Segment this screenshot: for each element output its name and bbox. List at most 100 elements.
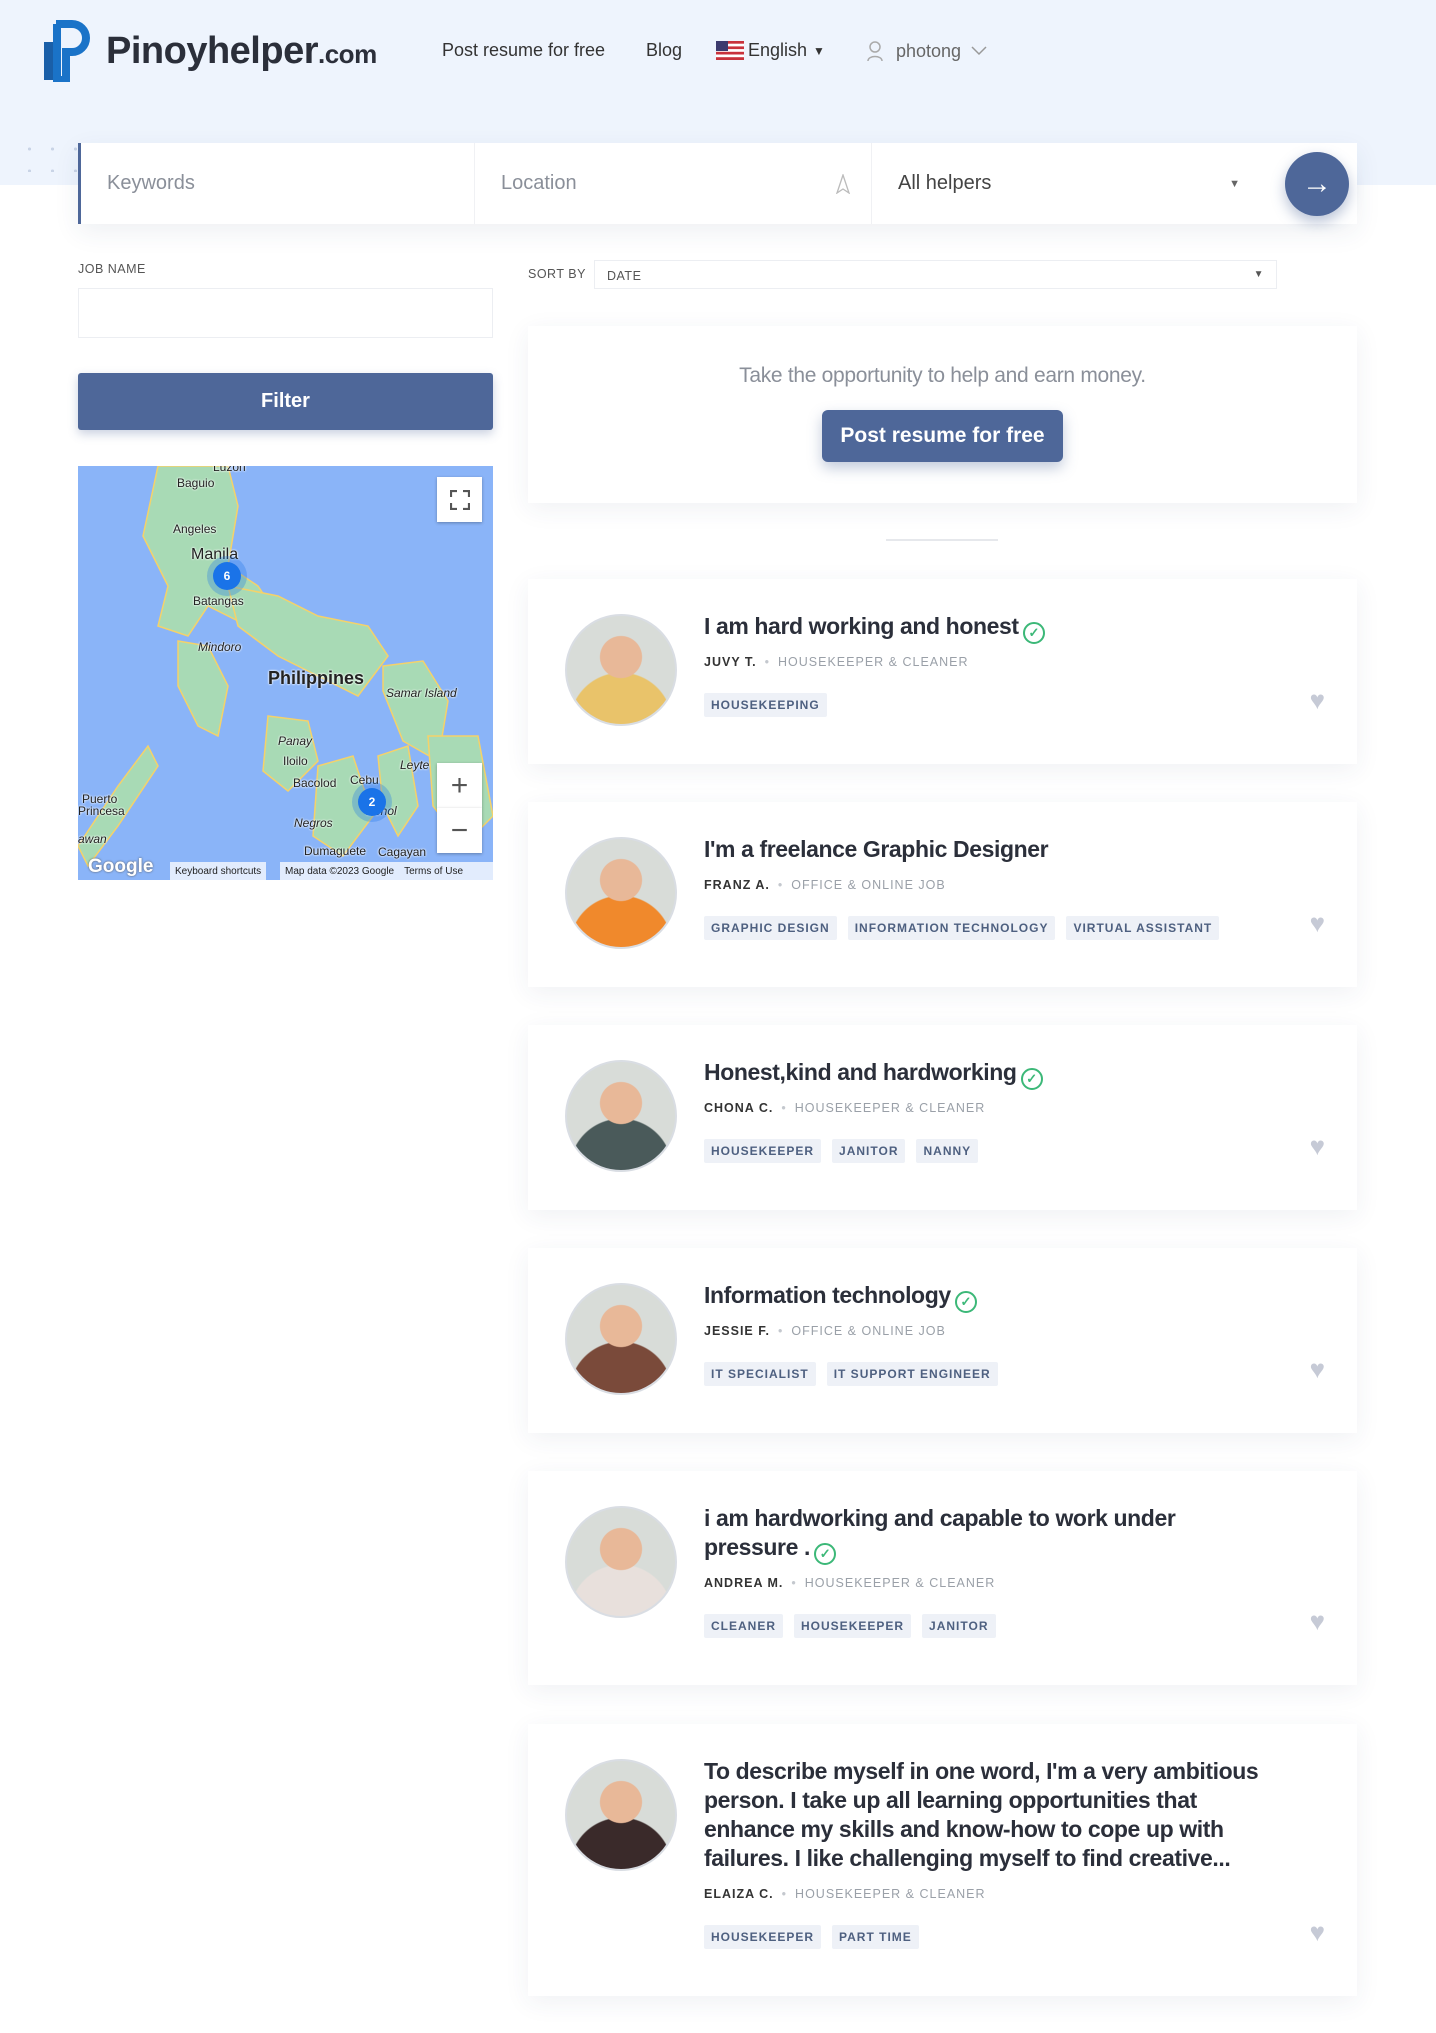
location-placeholder: Location [501,172,577,194]
skill-tag[interactable]: HOUSEKEEPER [704,1139,822,1163]
avatar[interactable] [565,837,677,949]
helper-category[interactable]: HOUSEKEEPER & CLEANER [805,1576,996,1590]
divider [886,539,998,541]
helper-category[interactable]: HOUSEKEEPER & CLEANER [795,1101,986,1115]
helper-card[interactable]: I am hard working and honest ✓ JUVY T. • HO… [528,579,1357,764]
favorite-heart-icon[interactable]: ♥ [1310,1917,1325,1948]
skill-tag[interactable]: VIRTUAL ASSISTANT [1066,916,1220,940]
avatar[interactable] [565,1060,677,1172]
favorite-heart-icon[interactable]: ♥ [1310,908,1325,939]
skill-tag[interactable]: IT SPECIALIST [704,1362,816,1386]
helper-card[interactable]: Information technology ✓ JESSIE F. • OFFICE… [528,1248,1357,1433]
tag-list: IT SPECIALIST IT SUPPORT ENGINEER [704,1362,998,1386]
helper-category[interactable]: HOUSEKEEPER & CLEANER [778,655,969,669]
dot-separator: • [791,1576,797,1590]
search-bar: Keywords Location All helpers ▼ → [78,143,1357,224]
title-text: Honest,kind and hardworking [704,1059,1017,1085]
helper-title[interactable]: To describe myself in one word, I'm a ve… [704,1757,1264,1873]
helper-card[interactable]: I'm a freelance Graphic Designer FRANZ A… [528,802,1357,987]
skill-tag[interactable]: HOUSEKEEPER [704,1925,822,1949]
language-label: English [748,40,808,60]
avatar[interactable] [565,1759,677,1871]
logo[interactable]: Pinoyhelper.com [42,20,377,82]
skill-tag[interactable]: IT SUPPORT ENGINEER [826,1362,998,1386]
nav-post-resume[interactable]: Post resume for free [442,40,605,61]
promo-card: Take the opportunity to help and earn mo… [528,326,1357,503]
dot-separator: • [764,655,771,669]
skill-tag[interactable]: INFORMATION TECHNOLOGY [847,916,1056,940]
favorite-heart-icon[interactable]: ♥ [1310,1131,1325,1162]
zoom-out-button[interactable]: − [437,808,482,853]
helper-category[interactable]: OFFICE & ONLINE JOB [791,878,945,892]
nav-blog[interactable]: Blog [646,40,682,61]
sort-select[interactable]: DATE ▼ [594,260,1277,289]
favorite-heart-icon[interactable]: ♥ [1310,1354,1325,1385]
map-label: Leyte [400,758,430,772]
helper-title[interactable]: i am hardworking and capable to work und… [704,1504,1264,1565]
avatar[interactable] [565,614,677,726]
dot-separator: • [777,1324,784,1338]
helper-title[interactable]: Information technology ✓ [704,1281,1264,1313]
map-label: Cebu [350,773,379,787]
skill-tag[interactable]: CLEANER [704,1614,784,1638]
sort-by-label: SORT BY [528,267,586,281]
verified-check-icon: ✓ [813,1543,836,1565]
helper-title[interactable]: Honest,kind and hardworking ✓ [704,1058,1264,1090]
map-label: Bacolod [293,776,337,790]
avatar[interactable] [565,1283,677,1395]
avatar[interactable] [565,1506,677,1618]
skill-tag[interactable]: JANITOR [832,1139,906,1163]
skill-tag[interactable]: HOUSEKEEPER [794,1614,912,1638]
title-text: i am hardworking and capable to work und… [704,1505,1176,1560]
terms-link[interactable]: Terms of Use [404,866,463,877]
map-label: Batangas [193,594,244,608]
logo-icon [44,20,90,82]
zoom-in-button[interactable]: + [437,763,482,808]
skill-tag[interactable]: HOUSEKEEPING [704,693,827,717]
map-label: Samar Island [386,686,457,700]
post-resume-button[interactable]: Post resume for free [822,410,1063,462]
promo-text: Take the opportunity to help and earn mo… [739,364,1146,387]
skill-tag[interactable]: JANITOR [922,1614,996,1638]
skill-tag[interactable]: PART TIME [832,1925,919,1949]
verified-check-icon: ✓ [1020,1068,1043,1090]
tag-list: GRAPHIC DESIGN INFORMATION TECHNOLOGY VIRT… [704,916,1220,940]
favorite-heart-icon[interactable]: ♥ [1310,685,1325,716]
minus-icon: − [450,813,469,847]
map[interactable]: Luzon Baguio Angeles Manila Batangas Min… [78,466,493,880]
map-cluster-marker[interactable]: 2 [358,788,386,816]
job-name-input[interactable] [78,288,493,338]
title-text: To describe myself in one word, I'm a ve… [704,1758,1259,1871]
helper-card[interactable]: i am hardworking and capable to work und… [528,1471,1357,1685]
keywords-input[interactable]: Keywords [78,143,475,224]
filter-button[interactable]: Filter [78,373,493,430]
user-menu[interactable]: photong [866,40,987,62]
category-select[interactable]: All helpers ▼ [872,143,1262,224]
helper-card[interactable]: Honest,kind and hardworking ✓ CHONA C. • HO… [528,1025,1357,1210]
skill-tag[interactable]: GRAPHIC DESIGN [704,916,837,940]
helper-name: JUVY T. [704,655,757,669]
helper-title[interactable]: I'm a freelance Graphic Designer [704,835,1264,864]
skill-tag[interactable]: NANNY [916,1139,979,1163]
dot-separator: • [781,1101,787,1115]
arrow-right-icon: → [1302,167,1332,200]
username: photong [896,40,962,61]
keyboard-shortcuts-link[interactable]: Keyboard shortcuts [170,862,267,880]
search-button[interactable]: → [1285,152,1349,216]
helper-name: FRANZ A. [704,878,770,892]
helper-category[interactable]: OFFICE & ONLINE JOB [791,1324,945,1338]
map-data-attribution: Map data ©2023 Google [285,865,395,877]
tag-list: HOUSEKEEPING [704,693,827,717]
caret-down-icon: ▼ [1229,177,1240,190]
helper-card[interactable]: To describe myself in one word, I'm a ve… [528,1724,1357,1996]
location-input[interactable]: Location [475,143,872,224]
helper-title[interactable]: I am hard working and honest ✓ [704,612,1264,644]
map-label: Baguio [177,476,215,490]
fullscreen-button[interactable] [437,477,482,522]
helper-category[interactable]: HOUSEKEEPER & CLEANER [795,1887,986,1901]
favorite-heart-icon[interactable]: ♥ [1310,1606,1325,1637]
map-label: Mindoro [198,640,242,654]
map-cluster-marker[interactable]: 6 [213,562,241,590]
language-selector[interactable]: English ▼ [716,40,825,61]
dot-separator: • [777,878,784,892]
